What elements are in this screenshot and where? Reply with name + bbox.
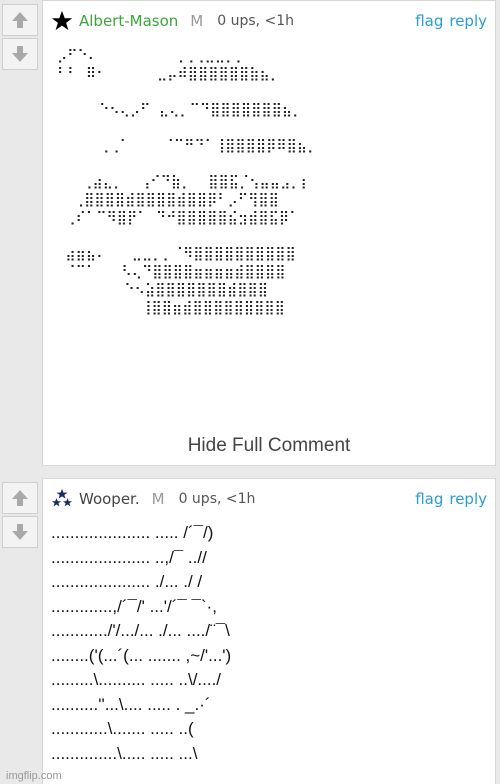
comment-meta: 0 ups, <1h xyxy=(178,491,256,507)
ascii-line: ⠑⠢⢄⡠⠋ ⣄⢄⡀⠉⠙⣿⣿⣿⣿⣿⣿⣿⣦⡀ xyxy=(57,102,303,118)
upvote-button[interactable] xyxy=(2,4,38,36)
ascii-line: ⠃⠃ ⠿⠂ ⣀⡤⠾⣿⣿⣿⣿⣿⣿⣷⣦⡀ xyxy=(57,66,281,82)
hide-full-comment-link[interactable]: Hide Full Comment xyxy=(43,435,495,457)
comment-header: Albert-Mason M 0 ups, <1h flag reply xyxy=(43,1,495,41)
comment-panel: Albert-Mason M 0 ups, <1h flag reply ⡠⠋⠑⠄… xyxy=(42,0,496,466)
ascii-line: ⢀⣴⣄⡀ ⢠⠊⠙⣷⡀ ⣿⣿⣯⡈⢢⣤⣤⣠⡀⡆ xyxy=(57,174,311,190)
arrow-down-icon xyxy=(12,46,28,62)
ascii-line xyxy=(57,83,495,101)
ascii-line: .........\.......... ..... ..\/..../ xyxy=(51,670,222,689)
ascii-line: ⢸⣿⣿⣶⣾⣿⣿⣿⣿⣿⣿⣿⣿⣿ xyxy=(57,300,285,316)
ascii-line: ⢀⣿⣿⣿⣿⣾⣿⣿⣿⣿⣾⣿⣿⡿⠃⡠⠋⢻⣿⣿ xyxy=(57,192,279,208)
comment-panel: Wooper. M 0 ups, <1h flag reply .........… xyxy=(42,478,496,784)
comment-header: Wooper. M 0 ups, <1h flag reply xyxy=(43,479,495,519)
ascii-line: .............,/´¯/' ...'/´¯ ¯`·, xyxy=(51,596,217,616)
comment-meta: 0 ups, <1h xyxy=(217,13,295,29)
downvote-button[interactable] xyxy=(2,516,38,548)
ascii-line xyxy=(57,119,495,137)
mod-mark: M xyxy=(151,490,165,508)
reply-link[interactable]: reply xyxy=(449,490,487,508)
arrow-up-icon xyxy=(12,490,28,506)
username-link[interactable]: Albert-Mason xyxy=(79,12,178,30)
ascii-line: ⢀⢀⠁ ⠈⠉⠛⠙⠁⢸⣿⣿⣿⣿⡿⠿⣿⣦⡀ xyxy=(57,138,318,154)
ascii-line: ............/'/.../... ./... ..../¨¯\ xyxy=(51,621,230,640)
ascii-line: ⠑⠢⣵⣿⣿⣿⣿⣿⣿⣿⣾⣿⣿⣿ xyxy=(57,282,268,298)
tri-star-icon xyxy=(51,488,73,507)
ascii-line: ⡠⠋⠑⠄ ⢀⢀⢀⣀⣀⡀⡀ xyxy=(57,48,246,64)
ascii-line: ............\....... ..... ..( xyxy=(51,719,194,738)
ascii-art-body: ⡠⠋⠑⠄ ⢀⢀⢀⣀⣀⡀⡀ ⠃⠃ ⠿⠂ ⣀⡤⠾⣿⣿⣿⣿⣿⣿⣷⣦⡀ ⠑⠢⢄⡠⠋ ⣄⢄⡀… xyxy=(43,41,495,317)
ascii-line: ..........''...\.... ..... . _.·´ xyxy=(51,694,211,714)
ascii-line: ........('(...´(... ....... ,~/'...') xyxy=(51,645,232,665)
username-link[interactable]: Wooper. xyxy=(79,490,140,508)
arrow-up-icon xyxy=(12,12,28,28)
ascii-art-body: ..................... ..... /´¯/).......… xyxy=(43,519,495,766)
flag-link[interactable]: flag xyxy=(415,490,443,508)
comment-1: Albert-Mason M 0 ups, <1h flag reply ⡠⠋⠑⠄… xyxy=(0,0,500,470)
mod-mark: M xyxy=(190,12,204,30)
reply-link[interactable]: reply xyxy=(449,12,487,30)
vote-controls xyxy=(2,4,38,72)
ascii-line xyxy=(57,227,495,245)
ascii-line: ⢀⠎⠁⠉⠻⣿⡟⠁ ⠙⠚⣿⣿⣿⣿⣿⣮⣲⣾⣿⣯⡿⠁ xyxy=(57,210,300,226)
ascii-line: ⠈⠉⠁ ⠣⢄⠙⣿⣿⣿⣿⣶⣶⣶⣶⣾⣿⣿⣿⣿ xyxy=(57,264,286,280)
flag-link[interactable]: flag xyxy=(415,12,443,30)
ascii-line: ..................... ..... /´¯/) xyxy=(51,523,214,542)
imgflip-watermark: imgflip.com xyxy=(6,770,62,782)
vote-controls xyxy=(2,482,38,550)
ascii-line: ⣴⣶⣦⠄ ⣀⣀⡀⡀⠈⠻⣿⣿⣿⣿⣿⣿⣿⣿⣿⣿ xyxy=(57,246,296,262)
ascii-line: ..................... ..,/¯ ..// xyxy=(51,547,207,567)
black-star-icon xyxy=(51,10,73,31)
arrow-down-icon xyxy=(12,524,28,540)
ascii-line xyxy=(57,155,495,173)
upvote-button[interactable] xyxy=(2,482,38,514)
comment-actions: flag reply xyxy=(409,490,487,508)
comment-actions: flag reply xyxy=(409,12,487,30)
downvote-button[interactable] xyxy=(2,38,38,70)
ascii-line: ..............\..... ..... ...\ xyxy=(51,743,198,763)
comment-2: Wooper. M 0 ups, <1h flag reply .........… xyxy=(0,478,500,784)
ascii-line: ..................... ./... ./ / xyxy=(51,572,203,591)
